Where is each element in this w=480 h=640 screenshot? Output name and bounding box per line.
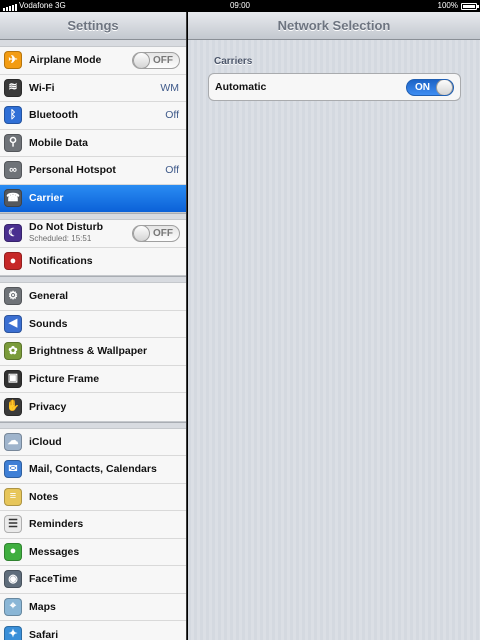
- sidebar-item-label: Notes: [29, 490, 59, 503]
- automatic-toggle[interactable]: ON: [406, 78, 454, 96]
- master-title: Settings: [0, 12, 186, 40]
- sidebar-item-label: Sounds: [29, 317, 68, 330]
- battery-icon: [461, 2, 479, 10]
- moon-icon: ☾: [4, 224, 22, 243]
- sidebar-item-maps[interactable]: ⌖ Maps: [0, 594, 186, 621]
- sidebar-item-label: Mail, Contacts, Calendars: [29, 463, 157, 476]
- toggle-knob: [436, 79, 453, 95]
- status-right: 100%: [437, 0, 479, 12]
- sidebar-item-notifications[interactable]: ● Notifications: [0, 248, 186, 276]
- sidebar-item-label: Privacy: [29, 400, 67, 413]
- sidebar-item-airplane-mode[interactable]: ✈ Airplane Mode OFF: [0, 47, 186, 75]
- sidebar-item-do-not-disturb[interactable]: ☾ Do Not Disturb Scheduled: 15:51 OFF: [0, 220, 186, 248]
- sidebar-item-label: Safari: [29, 628, 59, 640]
- section-header: Carriers: [214, 56, 253, 67]
- reminders-icon: ☰: [4, 515, 22, 534]
- detail-pane: Network Selection Carriers Automatic ON: [188, 12, 480, 640]
- maps-icon: ⌖: [4, 597, 22, 616]
- sidebar-item-label: Mobile Data: [29, 136, 88, 149]
- sidebar-item-label: Personal Hotspot: [29, 164, 116, 177]
- sidebar-item-reminders[interactable]: ☰ Reminders: [0, 511, 186, 539]
- sidebar-item-label: Do Not Disturb: [29, 221, 104, 234]
- bluetooth-icon: ᛒ: [4, 106, 22, 125]
- sidebar-item-bluetooth[interactable]: ᛒ Bluetooth Off: [0, 102, 186, 130]
- settings-group: ☾ Do Not Disturb Scheduled: 15:51 OFF ● Notif…: [0, 219, 186, 276]
- sidebar-item-brightness-wallpaper[interactable]: ✿ Brightness & Wallpaper: [0, 338, 186, 366]
- facetime-icon: ◉: [4, 570, 22, 589]
- sidebar-item-label: Bluetooth: [29, 109, 78, 122]
- hand-icon: ✋: [4, 397, 22, 416]
- gear-icon: ⚙: [4, 287, 22, 306]
- mail-icon: ✉: [4, 460, 22, 479]
- flower-icon: ✿: [4, 342, 22, 361]
- battery-percent: 100%: [437, 1, 458, 10]
- toggle-off-label: OFF: [153, 54, 173, 66]
- wifi-icon: ≋: [4, 78, 22, 97]
- settings-group: ✈ Airplane Mode OFF ≋ Wi-Fi WM ᛒ Bluetooth Off ⚲ M…: [0, 46, 186, 213]
- safari-icon: ✦: [4, 625, 22, 640]
- toggle-off-label: OFF: [153, 227, 173, 239]
- settings-master-pane: Settings ✈ Airplane Mode OFF ≋ Wi-Fi WM ᛒ Bluet…: [0, 12, 187, 640]
- sidebar-item-label: Wi-Fi: [29, 81, 55, 94]
- phone-icon: ☎: [4, 189, 22, 208]
- sidebar-item-facetime[interactable]: ◉ FaceTime: [0, 566, 186, 594]
- settings-list: ✈ Airplane Mode OFF ≋ Wi-Fi WM ᛒ Bluetooth Off ⚲ M…: [0, 40, 186, 640]
- toggle-knob: [133, 52, 150, 68]
- sidebar-item-value: Off: [165, 164, 179, 177]
- sidebar-item-label: Messages: [29, 545, 80, 558]
- sidebar-item-label: Airplane Mode: [29, 54, 102, 67]
- automatic-row[interactable]: Automatic ON: [208, 73, 461, 101]
- sidebar-item-label: Maps: [29, 600, 56, 613]
- sidebar-item-label: General: [29, 290, 69, 303]
- hotspot-icon: ∞: [4, 161, 22, 180]
- do-not-disturb-toggle[interactable]: OFF: [132, 224, 180, 242]
- status-bar: Vodafone 3G 09:00 100%: [0, 0, 480, 12]
- sidebar-item-label: Reminders: [29, 518, 84, 531]
- sidebar-item-icloud[interactable]: ☁ iCloud: [0, 429, 186, 456]
- sidebar-item-label: FaceTime: [29, 573, 78, 586]
- sidebar-item-label: iCloud: [29, 435, 62, 448]
- sidebar-item-general[interactable]: ⚙ General: [0, 283, 186, 311]
- sidebar-item-value: Off: [165, 109, 179, 122]
- airplane-mode-toggle[interactable]: OFF: [132, 51, 180, 69]
- sidebar-item-mail-contacts-calendars[interactable]: ✉ Mail, Contacts, Calendars: [0, 456, 186, 484]
- sidebar-item-sounds[interactable]: ◀ Sounds: [0, 311, 186, 338]
- picture-frame-icon: ▣: [4, 369, 22, 388]
- sidebar-item-picture-frame[interactable]: ▣ Picture Frame: [0, 366, 186, 393]
- sidebar-item-carrier[interactable]: ☎ Carrier: [0, 184, 186, 212]
- sidebar-item-label: Picture Frame: [29, 372, 100, 385]
- sidebar-item-label: Carrier: [29, 192, 64, 205]
- sidebar-item-label: Brightness & Wallpaper: [29, 345, 148, 358]
- sidebar-item-label: Notifications: [29, 255, 93, 268]
- notes-icon: ≡: [4, 487, 22, 506]
- sidebar-item-value: WM: [160, 81, 179, 94]
- toggle-on-label: ON: [415, 81, 430, 93]
- sidebar-item-subtitle: Scheduled: 15:51: [29, 234, 92, 244]
- sidebar-item-safari[interactable]: ✦ Safari: [0, 621, 186, 640]
- sidebar-item-privacy[interactable]: ✋ Privacy: [0, 393, 186, 421]
- sidebar-item-wi-fi[interactable]: ≋ Wi-Fi WM: [0, 75, 186, 102]
- sidebar-item-notes[interactable]: ≡ Notes: [0, 484, 186, 511]
- detail-title: Network Selection: [188, 12, 480, 40]
- settings-group: ⚙ General ◀ Sounds ✿ Brightness & Wallpaper ▣ P…: [0, 282, 186, 422]
- settings-group: ☁ iCloud ✉ Mail, Contacts, Calendars ≡ Notes ☰…: [0, 427, 186, 640]
- item-text: Do Not Disturb Scheduled: 15:51: [29, 222, 103, 244]
- airplane-icon: ✈: [4, 51, 22, 70]
- sidebar-item-mobile-data[interactable]: ⚲ Mobile Data: [0, 130, 186, 157]
- messages-icon: ●: [4, 542, 22, 561]
- sidebar-item-messages[interactable]: ● Messages: [0, 539, 186, 566]
- automatic-label: Automatic: [215, 81, 267, 93]
- notifications-icon: ●: [4, 252, 22, 271]
- toggle-knob: [133, 225, 150, 241]
- cloud-icon: ☁: [4, 432, 22, 451]
- speaker-icon: ◀: [4, 314, 22, 333]
- antenna-icon: ⚲: [4, 133, 22, 152]
- sidebar-item-personal-hotspot[interactable]: ∞ Personal Hotspot Off: [0, 157, 186, 185]
- status-time: 09:00: [229, 1, 251, 10]
